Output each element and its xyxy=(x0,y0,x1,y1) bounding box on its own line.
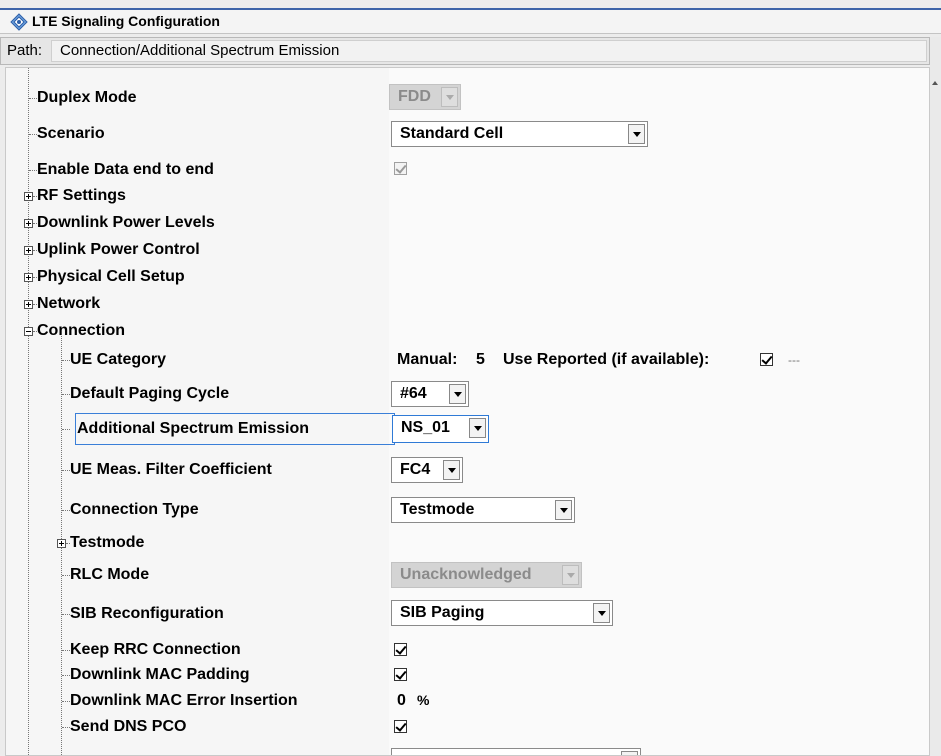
tree-connector xyxy=(62,394,70,395)
ue-category-manual-label: Manual: xyxy=(397,351,458,368)
scenario-value: Standard Cell xyxy=(400,125,504,142)
path-field: Connection/Additional Spectrum Emission xyxy=(51,40,927,62)
duplex-mode-value: FDD xyxy=(398,88,431,105)
connection-type-value: Testmode xyxy=(400,501,475,518)
tree-connector xyxy=(62,727,70,728)
tree-connector xyxy=(62,575,70,576)
filter-coeff-select[interactable]: FC4 xyxy=(391,457,463,483)
rf-settings-label[interactable]: RF Settings xyxy=(37,187,126,205)
duplex-mode-label: Duplex Mode xyxy=(37,89,137,106)
connection-type-select[interactable]: Testmode xyxy=(391,497,575,523)
expand-plus-icon[interactable] xyxy=(24,300,33,309)
ue-category-manual-value: 5 xyxy=(476,351,485,368)
tree-connector xyxy=(62,614,70,615)
tree-connector xyxy=(62,429,70,430)
send-dns-checkbox[interactable] xyxy=(394,720,407,733)
mac-error-value: 0 xyxy=(397,692,406,709)
connection-type-label: Connection Type xyxy=(70,501,199,518)
use-reported-value: --- xyxy=(788,353,800,367)
sib-reconfig-label: SIB Reconfiguration xyxy=(70,605,224,622)
network-label[interactable]: Network xyxy=(37,295,100,313)
sib-reconfig-value: SIB Paging xyxy=(400,604,485,621)
scroll-up-arrow-icon[interactable] xyxy=(932,81,938,85)
tree-connector xyxy=(62,675,70,676)
duplex-mode-select[interactable]: FDD xyxy=(389,84,461,110)
spectrum-emission-select[interactable]: NS_01 xyxy=(392,415,489,443)
rlc-mode-select[interactable]: Unacknowledged xyxy=(391,562,582,588)
expand-plus-icon[interactable] xyxy=(24,219,33,228)
window-title: LTE Signaling Configuration xyxy=(32,13,220,29)
tree-connector xyxy=(29,170,37,171)
rlc-mode-value: Unacknowledged xyxy=(400,566,532,583)
spectrum-emission-value: NS_01 xyxy=(401,419,450,436)
vertical-scrollbar[interactable] xyxy=(930,37,941,756)
keep-rrc-label: Keep RRC Connection xyxy=(70,641,241,658)
tree-connector xyxy=(62,360,70,361)
scenario-label: Scenario xyxy=(37,125,105,142)
chevron-down-icon xyxy=(449,384,466,404)
paging-cycle-value: #64 xyxy=(400,385,427,402)
tree-connector xyxy=(62,510,70,511)
spectrum-emission-label: Additional Spectrum Emission xyxy=(77,420,310,437)
keep-rrc-checkbox[interactable] xyxy=(394,643,407,656)
mac-error-unit: % xyxy=(417,692,430,708)
tree-connector xyxy=(62,650,70,651)
mac-padding-label: Downlink MAC Padding xyxy=(70,666,250,683)
tree-connector xyxy=(29,134,37,135)
path-bar: Path: Connection/Additional Spectrum Emi… xyxy=(0,37,930,65)
tree-connector xyxy=(29,98,37,99)
rlc-mode-label: RLC Mode xyxy=(70,566,150,583)
chevron-down-icon xyxy=(469,418,486,438)
mac-error-label: Downlink MAC Error Insertion xyxy=(70,692,298,709)
expand-plus-icon[interactable] xyxy=(24,273,33,282)
sib-reconfig-select[interactable]: SIB Paging xyxy=(391,600,613,626)
filter-coeff-value: FC4 xyxy=(400,461,431,478)
uplink-power-label[interactable]: Uplink Power Control xyxy=(37,241,200,259)
downlink-power-label[interactable]: Downlink Power Levels xyxy=(37,214,215,232)
rohde-schwarz-logo-icon xyxy=(10,13,28,31)
chevron-down-icon xyxy=(621,751,638,755)
paging-cycle-select[interactable]: #64 xyxy=(391,381,469,407)
connection-label[interactable]: Connection xyxy=(37,322,125,340)
scenario-select[interactable]: Standard Cell xyxy=(391,121,648,147)
enable-data-label: Enable Data end to end xyxy=(37,161,214,178)
next-row-select-partial[interactable] xyxy=(391,748,641,755)
tree-line-root xyxy=(28,68,29,755)
chevron-down-icon xyxy=(555,500,572,520)
expand-plus-icon[interactable] xyxy=(24,192,33,201)
paging-cycle-label: Default Paging Cycle xyxy=(70,385,230,402)
enable-data-checkbox[interactable] xyxy=(394,162,407,175)
physical-cell-label[interactable]: Physical Cell Setup xyxy=(37,268,185,286)
chevron-down-icon xyxy=(443,460,460,480)
send-dns-label: Send DNS PCO xyxy=(70,718,187,735)
path-label: Path: xyxy=(7,42,43,59)
title-bar: LTE Signaling Configuration xyxy=(0,8,941,34)
tree-connector xyxy=(62,470,70,471)
use-reported-checkbox[interactable] xyxy=(760,353,773,366)
chevron-down-icon xyxy=(628,124,645,144)
expand-plus-icon[interactable] xyxy=(57,539,66,548)
filter-coeff-label: UE Meas. Filter Coefficient xyxy=(70,461,272,478)
collapse-minus-icon[interactable] xyxy=(24,327,33,336)
ue-category-label: UE Category xyxy=(70,351,167,368)
mac-padding-checkbox[interactable] xyxy=(394,668,407,681)
chevron-down-icon xyxy=(441,87,458,107)
chevron-down-icon xyxy=(562,565,579,585)
expand-plus-icon[interactable] xyxy=(24,246,33,255)
testmode-label[interactable]: Testmode xyxy=(70,534,144,552)
chevron-down-icon xyxy=(593,603,610,623)
tree-connector xyxy=(62,701,70,702)
config-tree-panel: Duplex Mode FDD Scenario Standard Cell E… xyxy=(5,67,930,756)
use-reported-label: Use Reported (if available): xyxy=(503,351,710,368)
